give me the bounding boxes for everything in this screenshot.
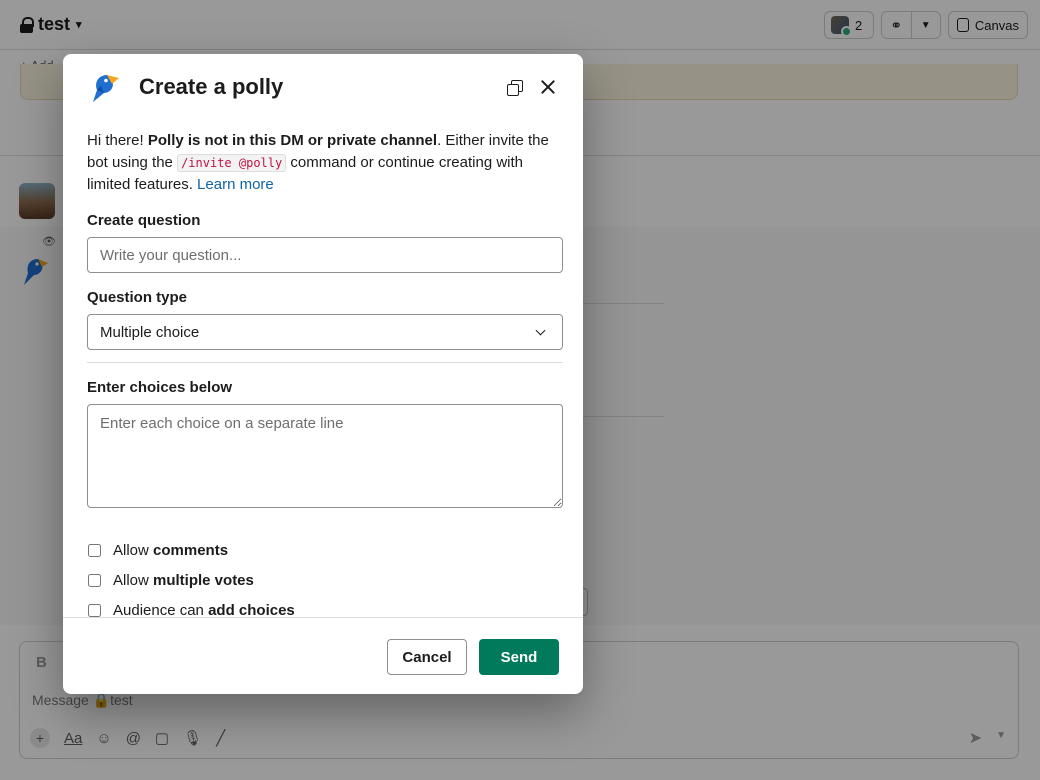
cancel-button[interactable]: Cancel [387,639,467,675]
option-label: Allow comments [113,542,228,559]
option-prefix: Allow [113,541,154,559]
question-input[interactable] [87,237,563,273]
choices-label: Enter choices below [87,379,233,396]
options-list: Allow comments Allow multiple votes Audi… [87,535,563,617]
question-label: Create question [87,212,201,229]
popout-icon[interactable] [506,78,524,96]
notice-greeting: Hi there! [87,132,148,149]
audience-add-choices-checkbox[interactable] [88,603,101,617]
option-bold: multiple votes [153,571,254,589]
allow-comments-option[interactable]: Allow comments [87,535,563,565]
dialog-footer: Cancel Send [63,617,583,694]
question-type-select[interactable]: Multiple choice [87,314,563,350]
send-button[interactable]: Send [479,639,559,675]
chevron-down-icon [535,325,546,336]
create-polly-dialog: Create a polly Hi there! Polly is not in… [63,54,583,694]
bot-notice: Hi there! Polly is not in this DM or pri… [87,130,563,196]
option-prefix: Allow [113,571,154,589]
dialog-header: Create a polly [63,54,583,124]
option-label: Allow multiple votes [113,572,254,589]
dialog-body: Hi there! Polly is not in this DM or pri… [63,124,583,617]
polly-logo-icon [93,75,119,102]
option-bold: comments [153,541,229,559]
allow-comments-checkbox[interactable] [88,543,101,557]
learn-more-link[interactable]: Learn more [197,176,274,193]
audience-add-choices-option[interactable]: Audience can add choices [87,595,563,617]
question-type-value: Multiple choice [100,323,200,341]
option-label: Audience can add choices [113,602,295,618]
choices-textarea[interactable] [87,404,563,508]
close-icon[interactable] [537,76,559,98]
invite-command: /invite @polly [177,154,287,172]
option-prefix: Audience can [113,601,209,618]
divider [87,362,563,363]
question-type-label: Question type [87,289,188,306]
allow-multiple-votes-checkbox[interactable] [88,573,101,587]
dialog-title: Create a polly [139,74,284,99]
allow-multiple-votes-option[interactable]: Allow multiple votes [87,565,563,595]
option-bold: add choices [208,601,295,618]
notice-bold: Polly is not in this DM or private chann… [147,132,438,149]
